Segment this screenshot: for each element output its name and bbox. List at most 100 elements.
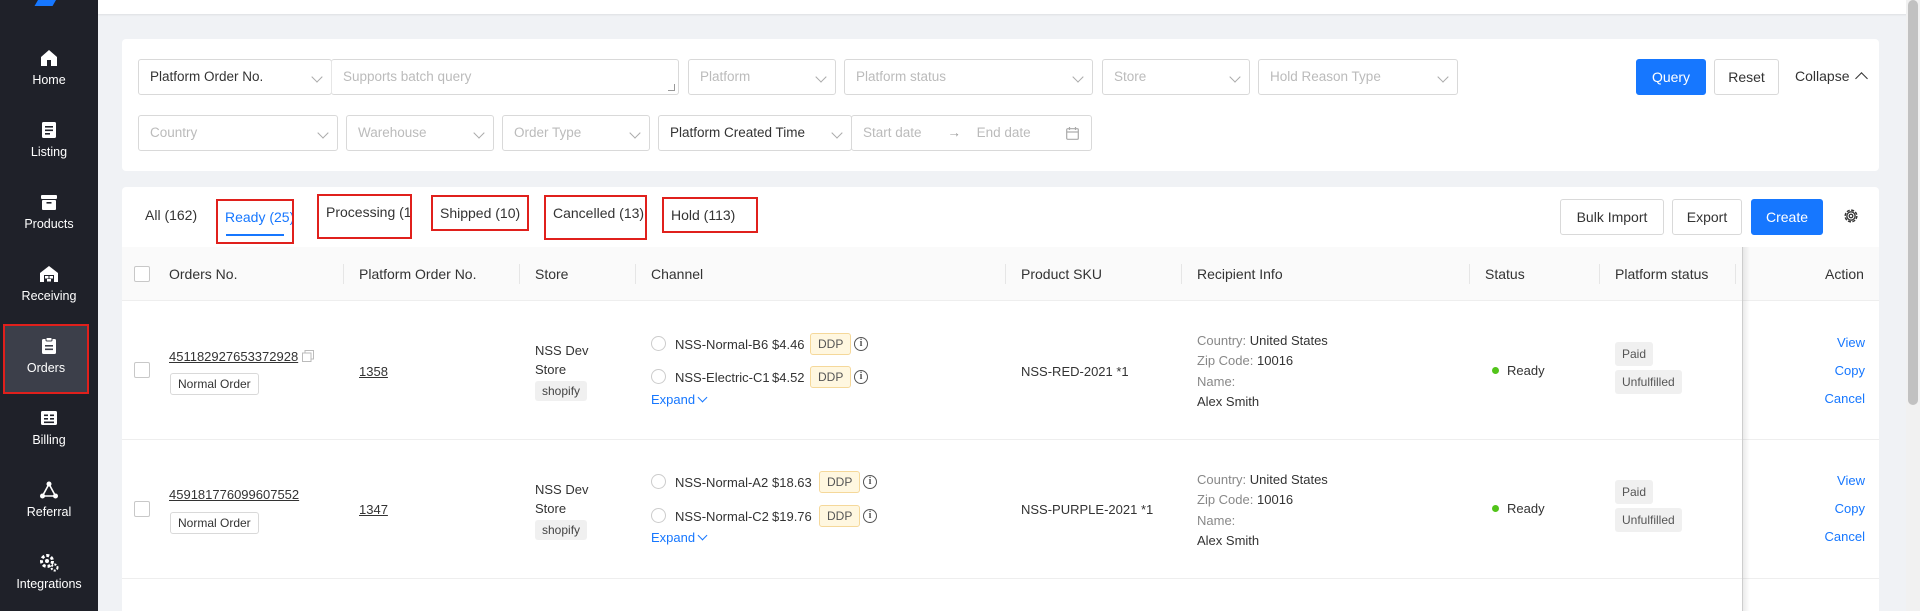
col-platform-order-no: Platform Order No. — [359, 266, 477, 282]
orders-icon — [42, 337, 56, 354]
export-button[interactable]: Export — [1672, 199, 1742, 235]
status-dot — [1492, 505, 1499, 512]
batch-query-input[interactable]: Supports batch query — [331, 59, 679, 95]
products-icon — [41, 195, 57, 210]
order-no-type-select[interactable]: Platform Order No. — [138, 59, 332, 95]
channel-price: $19.76 — [772, 509, 812, 524]
resize-handle-icon[interactable] — [668, 84, 675, 91]
nav-label: Orders — [26, 361, 66, 375]
recipient-country-label: Country: — [1197, 472, 1247, 487]
row-divider — [122, 578, 1879, 579]
platform-status-select[interactable]: Platform status — [844, 59, 1093, 95]
product-sku: NSS-PURPLE-2021 *1 — [1021, 502, 1154, 517]
platform-order-link[interactable]: 1347 — [359, 502, 388, 517]
column-divider — [1181, 264, 1182, 284]
order-no-link[interactable]: 451182927653372928 — [169, 349, 298, 364]
order-type-placeholder: Order Type — [514, 125, 582, 140]
row-divider — [122, 439, 1879, 440]
recipient-zip-label: Zip Code: — [1197, 353, 1254, 368]
nav-label: Home — [32, 73, 66, 87]
view-link[interactable]: View — [1805, 335, 1865, 350]
status-badge: Ready — [1492, 363, 1545, 378]
country-select[interactable]: Country — [138, 115, 338, 151]
copy-icon[interactable] — [302, 350, 314, 362]
info-icon[interactable]: i — [863, 509, 877, 523]
chevron-down-icon — [831, 127, 843, 139]
recipient-zip: 10016 — [1257, 492, 1294, 507]
store-name-line: NSS Dev — [535, 482, 589, 497]
info-icon[interactable]: i — [863, 475, 877, 489]
query-button[interactable]: Query — [1636, 59, 1706, 95]
chevron-down-icon — [697, 530, 708, 541]
platform-order-link[interactable]: 1358 — [359, 364, 388, 379]
column-divider — [635, 264, 636, 284]
nav-item-listing[interactable]: Listing — [0, 108, 98, 180]
channel-radio[interactable] — [651, 336, 666, 351]
chevron-down-icon — [311, 71, 323, 83]
time-type-select[interactable]: Platform Created Time — [658, 115, 852, 151]
nav-item-orders[interactable]: Orders — [3, 324, 89, 394]
info-icon[interactable]: i — [854, 370, 868, 384]
store-platform-tag: shopify — [535, 520, 588, 540]
channel-name: NSS-Electric-C1 — [675, 370, 770, 385]
row-checkbox[interactable] — [134, 362, 150, 378]
reset-button[interactable]: Reset — [1714, 59, 1779, 95]
expand-link[interactable]: Expand — [651, 530, 708, 545]
recipient-country: United States — [1249, 472, 1328, 487]
copy-link[interactable]: Copy — [1805, 363, 1865, 378]
tab-ready[interactable]: Ready (25) — [216, 199, 294, 244]
chevron-up-icon — [1855, 72, 1869, 85]
cancel-link[interactable]: Cancel — [1805, 391, 1865, 406]
expand-link[interactable]: Expand — [651, 392, 708, 407]
info-icon[interactable]: i — [854, 337, 868, 351]
ddp-tag: DDP — [810, 333, 852, 355]
create-button[interactable]: Create — [1751, 199, 1823, 235]
platform-select[interactable]: Platform — [688, 59, 836, 95]
view-link[interactable]: View — [1805, 473, 1865, 488]
expand-label: Expand — [651, 530, 696, 545]
nav-item-products[interactable]: Products — [0, 180, 98, 252]
calendar-icon — [1066, 127, 1079, 140]
channel-name: NSS-Normal-A2 — [675, 475, 769, 490]
status-dot — [1492, 367, 1499, 374]
recipient-name: Alex Smith — [1197, 533, 1260, 548]
settings-gear-icon[interactable] — [1842, 207, 1860, 225]
collapse-label: Collapse — [1795, 68, 1850, 84]
tab-cancelled[interactable]: Cancelled (13) — [544, 195, 647, 240]
tab-processing[interactable]: Processing (1) — [317, 194, 412, 239]
chevron-down-icon — [815, 71, 827, 83]
tab-shipped[interactable]: Shipped (10) — [431, 195, 529, 231]
chevron-down-icon — [1437, 71, 1449, 83]
nav-item-billing[interactable]: Billing — [0, 396, 98, 468]
nav-item-home[interactable]: Home — [0, 36, 98, 108]
time-type-value: Platform Created Time — [670, 125, 806, 140]
store-select[interactable]: Store — [1102, 59, 1250, 95]
hold-reason-select[interactable]: Hold Reason Type — [1258, 59, 1458, 95]
select-all-checkbox[interactable] — [134, 266, 150, 282]
channel-radio[interactable] — [651, 369, 666, 384]
copy-link[interactable]: Copy — [1805, 501, 1865, 516]
tab-all[interactable]: All (162) — [145, 199, 197, 235]
nav-item-integrations[interactable]: Integrations — [0, 540, 98, 611]
col-product-sku: Product SKU — [1021, 266, 1102, 282]
nav-item-referral[interactable]: Referral — [0, 468, 98, 540]
nav-label: Billing — [32, 433, 66, 447]
collapse-toggle[interactable]: Collapse — [1795, 68, 1869, 85]
channel-radio[interactable] — [651, 474, 666, 489]
order-no-link[interactable]: 459181776099607552 — [169, 487, 299, 502]
order-type-select[interactable]: Order Type — [502, 115, 650, 151]
channel-radio[interactable] — [651, 508, 666, 523]
row-checkbox[interactable] — [134, 501, 150, 517]
recipient-zip-label: Zip Code: — [1197, 492, 1254, 507]
referral-icon — [40, 481, 58, 499]
warehouse-select[interactable]: Warehouse — [346, 115, 494, 151]
cancel-link[interactable]: Cancel — [1805, 529, 1865, 544]
tab-hold[interactable]: Hold (113) — [662, 197, 758, 233]
scrollbar-thumb[interactable] — [1908, 0, 1918, 405]
nav-item-receiving[interactable]: Receiving — [0, 252, 98, 324]
date-range-picker[interactable]: Start date → End date — [851, 115, 1092, 151]
nav-label: Products — [24, 217, 74, 231]
status-text: Ready — [1507, 501, 1545, 516]
bulk-import-button[interactable]: Bulk Import — [1560, 199, 1664, 235]
product-sku: NSS-RED-2021 *1 — [1021, 364, 1129, 379]
